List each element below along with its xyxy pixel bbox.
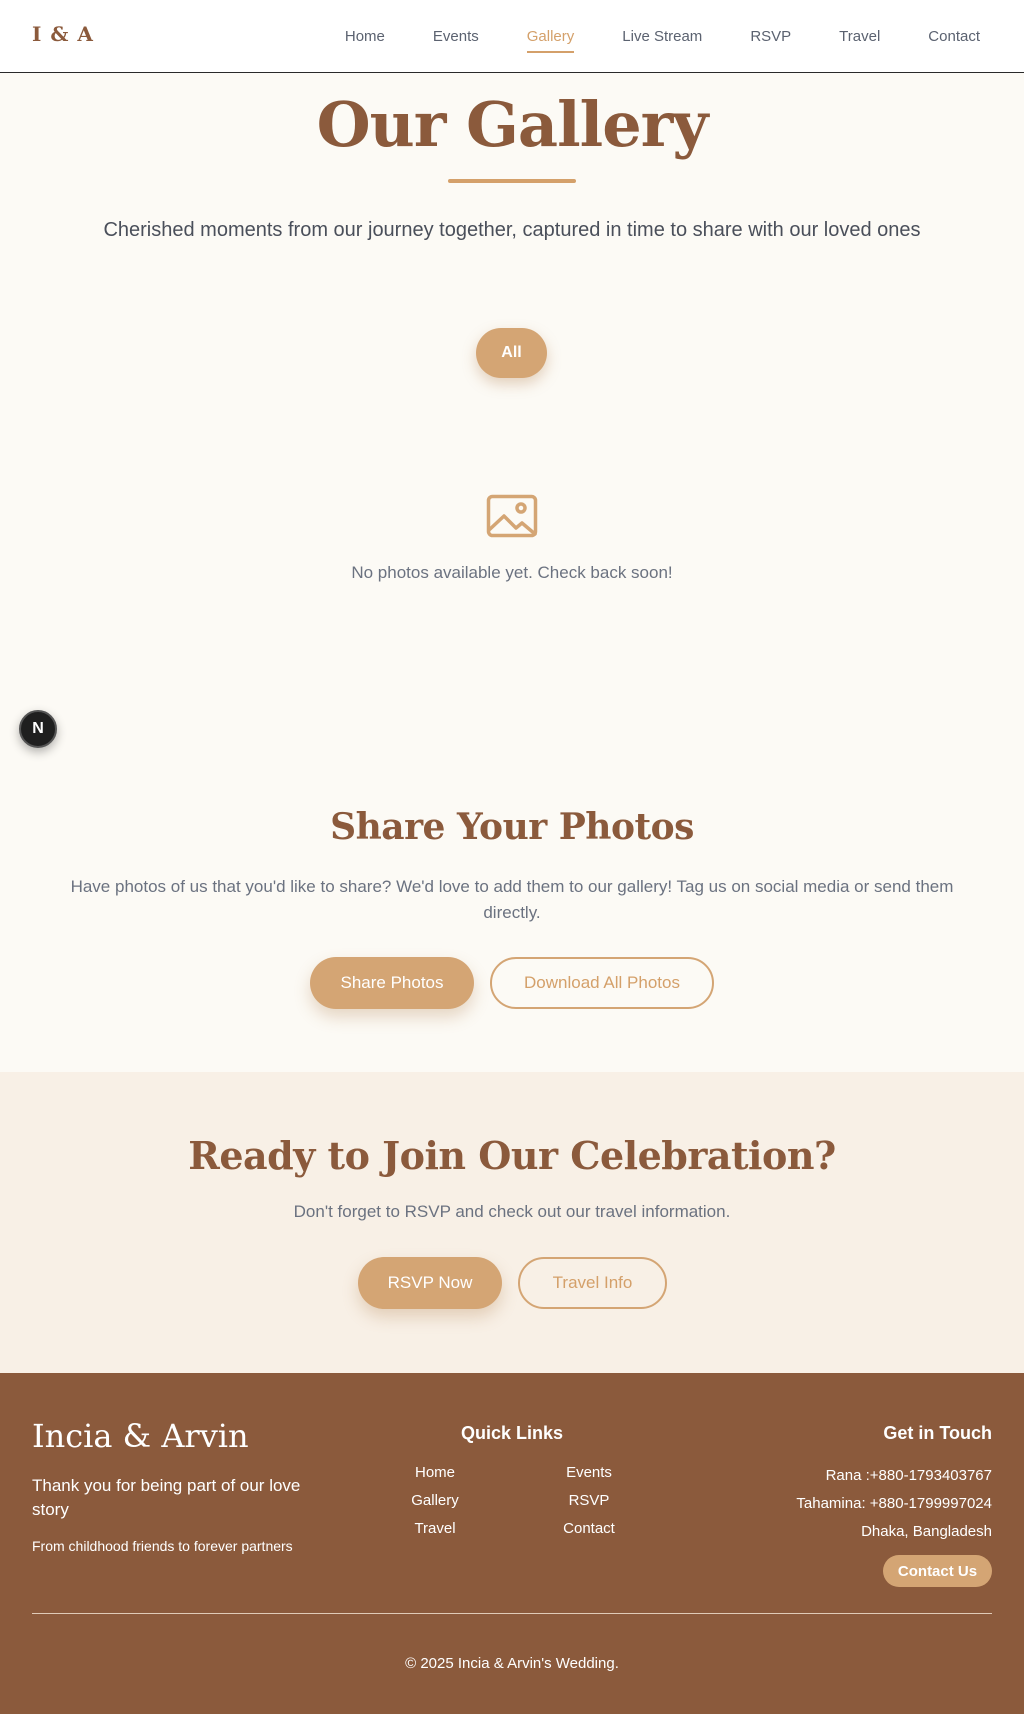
contact-title: Get in Touch bbox=[883, 1423, 992, 1443]
nav-link-gallery[interactable]: Gallery bbox=[526, 22, 574, 53]
quick-links-list: Home Events Gallery RSVP Travel Contact bbox=[358, 1463, 666, 1539]
quick-links-title: Quick Links bbox=[460, 1423, 564, 1443]
gallery-subtitle: Cherished moments from our journey toget… bbox=[103, 219, 921, 241]
footer-link-gallery[interactable]: Gallery bbox=[358, 1491, 512, 1511]
footer-tagline: Thank you for being part of our love sto… bbox=[32, 1476, 301, 1519]
footer-link-travel[interactable]: Travel bbox=[358, 1519, 512, 1539]
contact-phone-tahamina: Tahamina: +880-1799997024 bbox=[796, 1495, 992, 1512]
title-underline bbox=[448, 179, 576, 183]
nav-link-travel[interactable]: Travel bbox=[839, 22, 880, 51]
image-icon bbox=[486, 494, 538, 538]
footer-link-rsvp[interactable]: RSVP bbox=[512, 1491, 666, 1511]
travel-info-button[interactable]: Travel Info bbox=[518, 1257, 667, 1309]
copyright-text: © 2025 Incia & Arvin's Wedding. bbox=[405, 1655, 619, 1672]
footer-link-home[interactable]: Home bbox=[358, 1463, 512, 1483]
share-section-title: Share Your Photos bbox=[330, 806, 694, 848]
contact-phone-rana: Rana :+880-1793403767 bbox=[825, 1467, 992, 1484]
site-footer: Incia & Arvin Thank you for being part o… bbox=[0, 1373, 1024, 1714]
share-photos-button[interactable]: Share Photos bbox=[310, 957, 474, 1009]
cta-section bbox=[0, 1072, 1024, 1373]
cta-description: Don't forget to RSVP and check out our t… bbox=[293, 1202, 731, 1221]
share-section-description: Have photos of us that you'd like to sha… bbox=[70, 877, 954, 922]
contact-location: Dhaka, Bangladesh bbox=[861, 1523, 992, 1540]
footer-note: From childhood friends to forever partne… bbox=[32, 1538, 293, 1554]
site-logo[interactable]: I & A bbox=[32, 22, 94, 46]
top-navbar: I & A Home Events Gallery Live Stream RS… bbox=[0, 0, 1024, 73]
contact-column: Get in Touch Rana :+880-1793403767 Taham… bbox=[796, 1423, 992, 1587]
footer-link-events[interactable]: Events bbox=[512, 1463, 666, 1483]
download-all-photos-button[interactable]: Download All Photos bbox=[490, 957, 714, 1009]
nav-links: Home Events Gallery Live Stream RSVP Tra… bbox=[345, 0, 980, 72]
footer-brand: Incia & Arvin bbox=[32, 1417, 249, 1455]
empty-state-message: No photos available yet. Check back soon… bbox=[351, 563, 673, 582]
nav-link-live-stream[interactable]: Live Stream bbox=[622, 22, 702, 51]
filter-all-button[interactable]: All bbox=[476, 328, 547, 378]
contact-us-button[interactable]: Contact Us bbox=[883, 1555, 992, 1587]
nav-link-rsvp[interactable]: RSVP bbox=[750, 22, 791, 51]
footer-link-contact[interactable]: Contact bbox=[512, 1519, 666, 1539]
footer-divider bbox=[32, 1613, 992, 1614]
nav-link-events[interactable]: Events bbox=[433, 22, 479, 51]
dev-tools-badge[interactable]: N bbox=[19, 710, 57, 748]
rsvp-now-button[interactable]: RSVP Now bbox=[358, 1257, 502, 1309]
nav-link-contact[interactable]: Contact bbox=[928, 22, 980, 51]
cta-title: Ready to Join Our Celebration? bbox=[188, 1133, 836, 1178]
nav-link-home[interactable]: Home bbox=[345, 22, 385, 51]
page-title: Our Gallery bbox=[316, 88, 709, 161]
